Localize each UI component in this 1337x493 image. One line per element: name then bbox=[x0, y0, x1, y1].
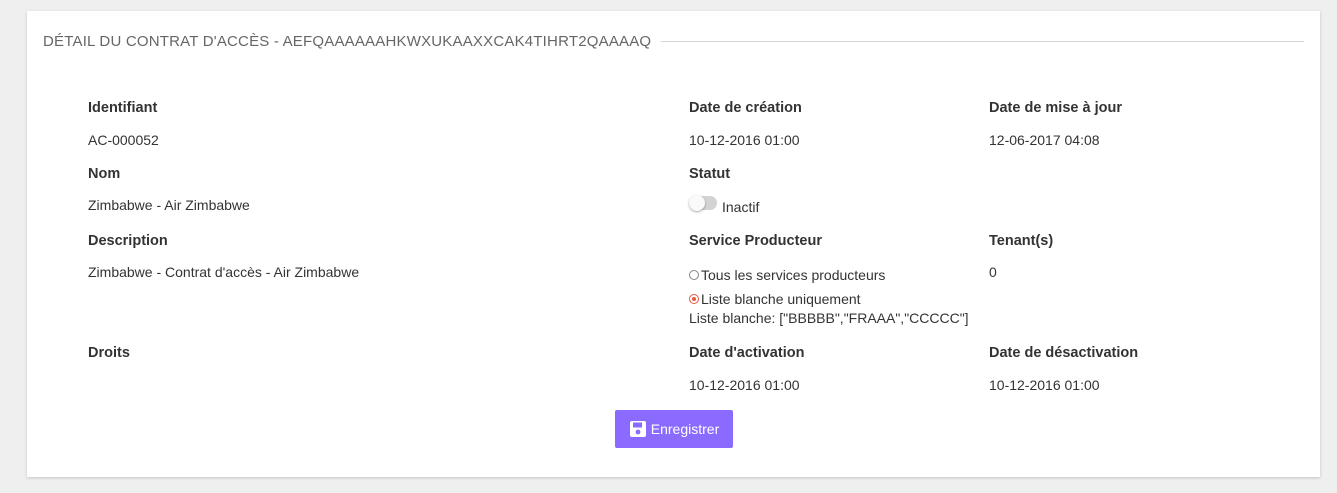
service-producteur-label: Service Producteur bbox=[689, 233, 822, 249]
statut-label: Statut bbox=[689, 166, 731, 182]
nom-label: Nom bbox=[88, 166, 121, 182]
tenants-value: 0 bbox=[989, 264, 997, 280]
section-header: DÉTAIL DU CONTRAT D'ACCÈS - AEFQAAAAAAHK… bbox=[43, 32, 1304, 50]
radio-option-all-services[interactable]: Tous les services producteurs bbox=[689, 267, 885, 283]
radio-option-whitelist[interactable]: Liste blanche uniquement bbox=[689, 291, 861, 307]
floppy-disk-icon bbox=[629, 420, 647, 438]
tenants-label: Tenant(s) bbox=[989, 233, 1054, 249]
droits-label: Droits bbox=[88, 345, 130, 361]
radio-button-checked[interactable] bbox=[689, 294, 699, 304]
identifiant-value: AC-000052 bbox=[88, 132, 159, 148]
radio-option-label: Tous les services producteurs bbox=[701, 267, 886, 283]
statut-value: Inactif bbox=[722, 199, 760, 215]
date-creation-label: Date de création bbox=[689, 100, 802, 116]
whitelist-value: Liste blanche: ["BBBBB","FRAAA","CCCCC"] bbox=[689, 310, 969, 326]
date-creation-value: 10-12-2016 01:00 bbox=[689, 132, 800, 148]
date-maj-value: 12-06-2017 04:08 bbox=[989, 132, 1100, 148]
toggle-knob bbox=[689, 195, 705, 211]
nom-value: Zimbabwe - Air Zimbabwe bbox=[88, 197, 250, 213]
radio-button[interactable] bbox=[689, 270, 699, 280]
date-activation-label: Date d'activation bbox=[689, 345, 805, 361]
description-value: Zimbabwe - Contrat d'accès - Air Zimbabw… bbox=[88, 264, 360, 280]
date-desactivation-label: Date de désactivation bbox=[989, 345, 1139, 361]
radio-option-label: Liste blanche uniquement bbox=[701, 291, 861, 307]
date-maj-label: Date de mise à jour bbox=[989, 100, 1122, 116]
description-label: Description bbox=[88, 233, 168, 249]
date-desactivation-value: 10-12-2016 01:00 bbox=[989, 377, 1100, 393]
contract-detail-card: DÉTAIL DU CONTRAT D'ACCÈS - AEFQAAAAAAHK… bbox=[27, 11, 1320, 477]
save-button-label: Enregistrer bbox=[650, 421, 720, 437]
date-activation-value: 10-12-2016 01:00 bbox=[689, 377, 800, 393]
save-button[interactable]: Enregistrer bbox=[615, 410, 733, 448]
header-divider bbox=[661, 40, 1304, 42]
page-title: DÉTAIL DU CONTRAT D'ACCÈS - AEFQAAAAAAHK… bbox=[43, 32, 652, 50]
statut-toggle[interactable] bbox=[689, 195, 717, 211]
identifiant-label: Identifiant bbox=[88, 100, 158, 116]
